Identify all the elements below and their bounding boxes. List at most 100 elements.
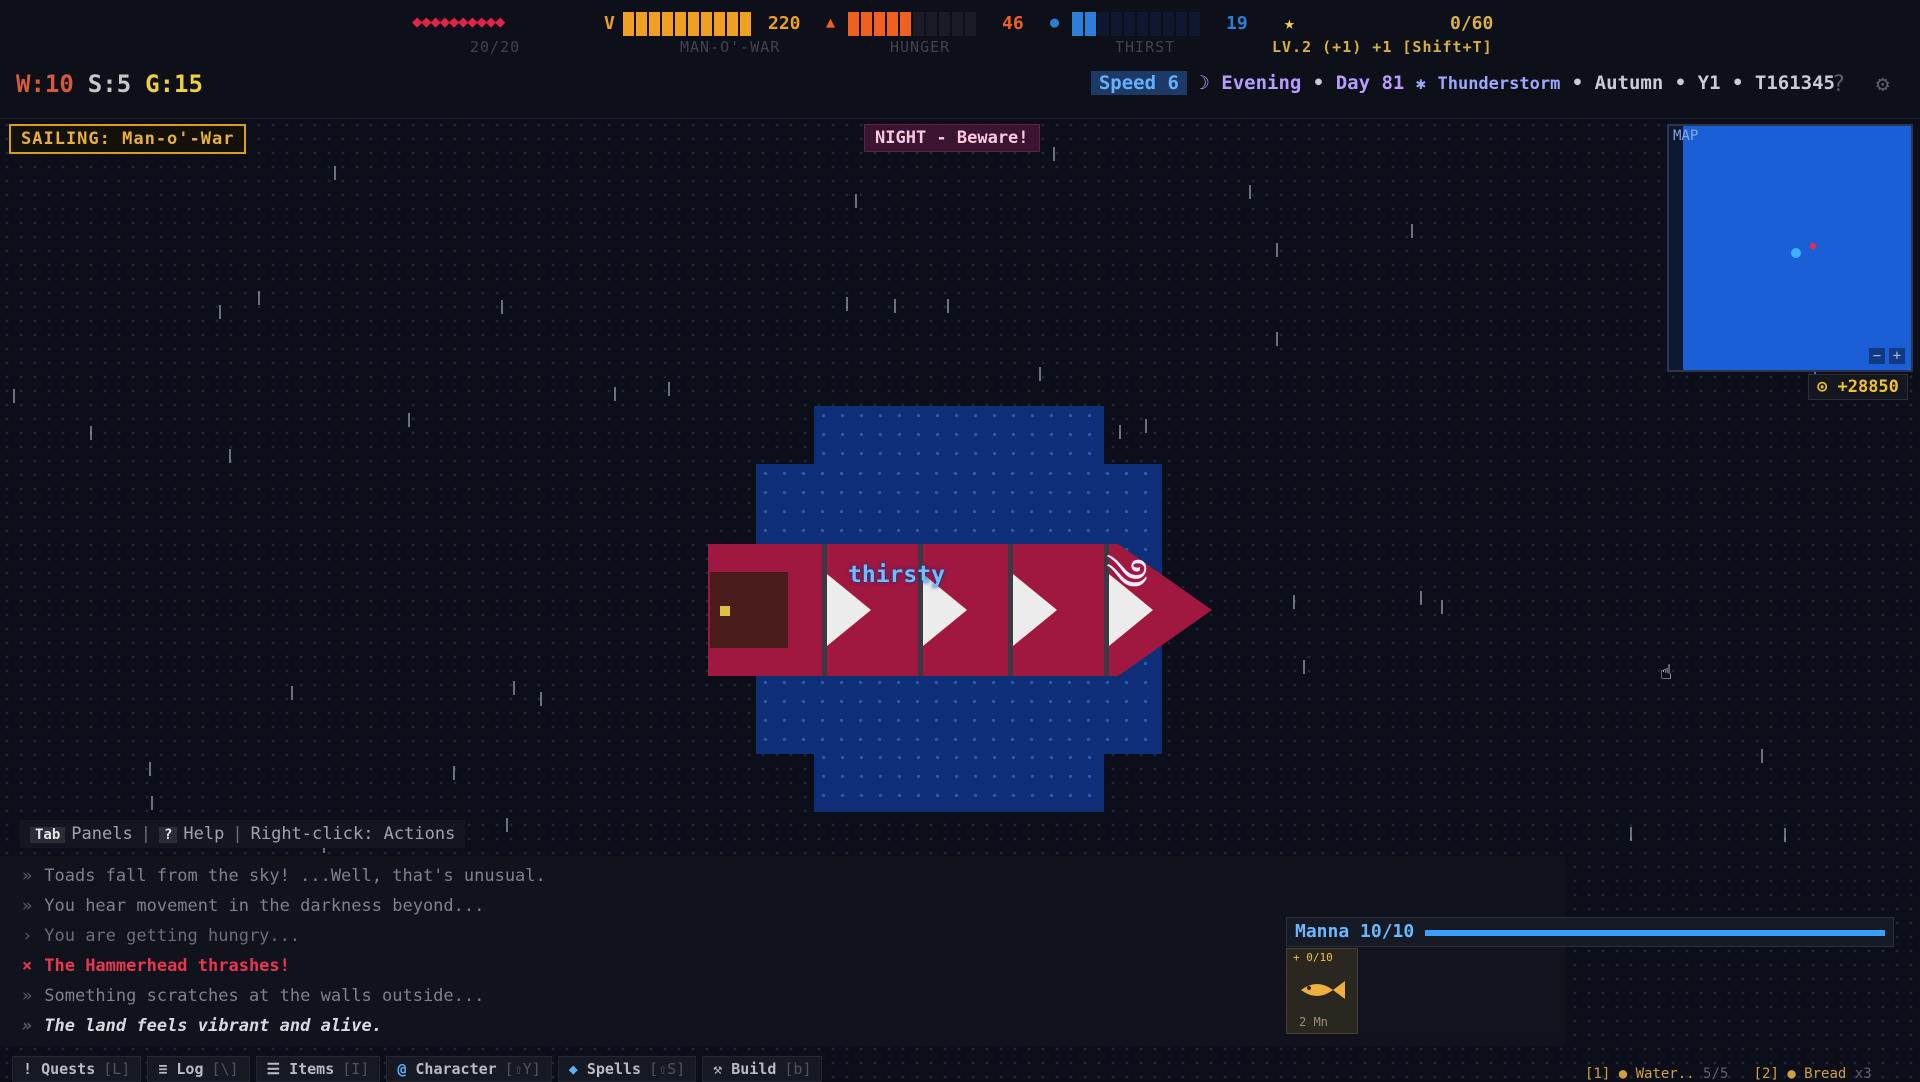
- rain-drop: [668, 382, 670, 396]
- rain-drop: [1119, 425, 1121, 439]
- rain-drop: [1411, 224, 1413, 238]
- rain-drop: [1249, 185, 1251, 199]
- spell-slot[interactable]: + 0/10 2 Mn: [1286, 948, 1358, 1034]
- items-icon: ☰: [266, 1060, 281, 1078]
- log-marker: ×: [22, 956, 33, 976]
- log-entry: » You hear movement in the darkness beyon…: [22, 896, 484, 916]
- rain-drop: [1276, 332, 1278, 346]
- help-icon[interactable]: ?: [1832, 72, 1845, 97]
- tab-shortcut: [I]: [342, 1060, 370, 1078]
- right-click-hint: Right-click: Actions: [250, 824, 456, 844]
- stone-count: S:5: [87, 70, 132, 98]
- bullet: •: [1732, 72, 1744, 94]
- tab-spells[interactable]: ◆ Spells [⇧S]: [557, 1056, 697, 1082]
- rain-drop: [151, 796, 153, 810]
- separator: |: [232, 824, 243, 844]
- hunger-value: 46: [1002, 13, 1024, 34]
- minimap[interactable]: MAP − +: [1667, 124, 1913, 372]
- gold-total-value: +28850: [1837, 377, 1899, 397]
- log-marker: ›: [22, 926, 33, 946]
- mast: [1008, 544, 1013, 676]
- manna-bar-fill: [1425, 930, 1885, 936]
- enemy-marker: [1810, 243, 1816, 249]
- rain-drop: [408, 413, 410, 427]
- rain-drop: [1039, 367, 1041, 381]
- tab-log[interactable]: ≡ Log [\]: [147, 1056, 250, 1082]
- tab-label: Quests: [41, 1060, 96, 1078]
- xp-value: 0/60: [1450, 13, 1494, 34]
- rain-drop: [1293, 595, 1295, 609]
- log-text: You hear movement in the darkness beyond…: [44, 896, 485, 916]
- help-hint: Help: [183, 824, 225, 844]
- sailing-badge: SAILING: Man-o'-War: [9, 124, 247, 154]
- rain-drop: [149, 762, 151, 776]
- help-key: ?: [158, 827, 178, 843]
- ship-label: MAN-O'-WAR: [680, 38, 781, 56]
- ship-icon: V: [604, 13, 615, 34]
- ship-health-bar: [623, 12, 751, 36]
- hint-bar: Tab Panels |? Help | Right-click: Actions: [20, 820, 466, 848]
- rain-drop: [229, 449, 231, 463]
- bullet: •: [1571, 72, 1584, 94]
- rain-drop: [90, 426, 92, 440]
- rain-drop: [453, 766, 455, 780]
- rain-drop: [1761, 749, 1763, 763]
- status-line: Speed 6 ☽ Evening • Day 81 ✱ Thunderstor…: [1090, 71, 1835, 95]
- rain-drop: [540, 692, 542, 706]
- rain-drop: [1276, 243, 1278, 257]
- thirst-label: THIRST: [1115, 38, 1176, 56]
- panels-hint: Panels: [71, 824, 133, 844]
- spells-icon: ◆: [568, 1060, 578, 1078]
- zoom-in-button[interactable]: +: [1889, 348, 1905, 364]
- time-of-day: Evening: [1221, 72, 1302, 94]
- rain-drop: [855, 194, 857, 208]
- hunger-icon: ▲: [826, 13, 836, 31]
- separator: |: [140, 824, 151, 844]
- rain-drop: [506, 818, 508, 832]
- tab-items[interactable]: ☰ Items [I]: [255, 1056, 381, 1082]
- xp-star-icon: ★: [1284, 13, 1295, 34]
- tab-shortcut: [b]: [784, 1060, 812, 1078]
- tab-shortcut: [L]: [103, 1060, 131, 1078]
- quests-icon: !: [23, 1060, 33, 1078]
- speed-indicator[interactable]: Speed 6: [1090, 71, 1187, 95]
- manna-panel: Manna 10/10: [1286, 917, 1894, 947]
- rain-drop: [1053, 147, 1055, 161]
- level-text[interactable]: LV.2 (+1) +1 [Shift+T]: [1272, 38, 1493, 56]
- thirst-icon: ●: [1050, 13, 1060, 31]
- log-marker: »: [22, 1016, 33, 1036]
- tab-shortcut: [\]: [211, 1060, 239, 1078]
- season: Autumn: [1594, 72, 1664, 94]
- rain-drop: [513, 681, 515, 695]
- storm-icon: ✱: [1415, 74, 1427, 94]
- health-hearts: ◆◆◆◆◆◆◆◆◆◆: [412, 12, 505, 32]
- rain-drop: [1420, 591, 1422, 605]
- rain-drop: [846, 297, 848, 311]
- tab-label: Build: [731, 1060, 777, 1078]
- tab-quests[interactable]: ! Quests [L]: [12, 1056, 142, 1082]
- spell-cost: 2 Mn: [1299, 1015, 1328, 1029]
- build-icon: ⚒: [713, 1060, 723, 1078]
- tab-character[interactable]: @ Character [⇧Y]: [386, 1056, 552, 1082]
- rain-drop: [1630, 827, 1632, 841]
- wave-foam-icon: ༄: [1106, 550, 1149, 601]
- hunger-label: HUNGER: [890, 38, 951, 56]
- night-warning: NIGHT - Beware!: [864, 124, 1040, 152]
- fish-icon: [1301, 981, 1345, 999]
- wood-count: W:10: [16, 70, 74, 98]
- tab-shortcut: [⇧S]: [649, 1060, 686, 1078]
- log-text: The land feels vibrant and alive.: [44, 1016, 383, 1036]
- hunger-bar: [848, 12, 976, 36]
- gear-icon[interactable]: ⚙: [1876, 72, 1889, 97]
- log-entry: » Toads fall from the sky! ...Well, that'…: [22, 866, 546, 886]
- zoom-out-button[interactable]: −: [1869, 348, 1885, 364]
- thirst-bar: [1072, 12, 1200, 36]
- ship-status-text: thirsty: [848, 562, 945, 588]
- log-entry: » The land feels vibrant and alive.: [22, 1016, 382, 1036]
- rain-drop: [291, 686, 293, 700]
- rain-drop: [334, 166, 336, 180]
- log-marker: »: [22, 866, 33, 886]
- tab-label: Log: [176, 1060, 204, 1078]
- tab-build[interactable]: ⚒ Build [b]: [702, 1056, 823, 1082]
- rain-drop: [258, 291, 260, 305]
